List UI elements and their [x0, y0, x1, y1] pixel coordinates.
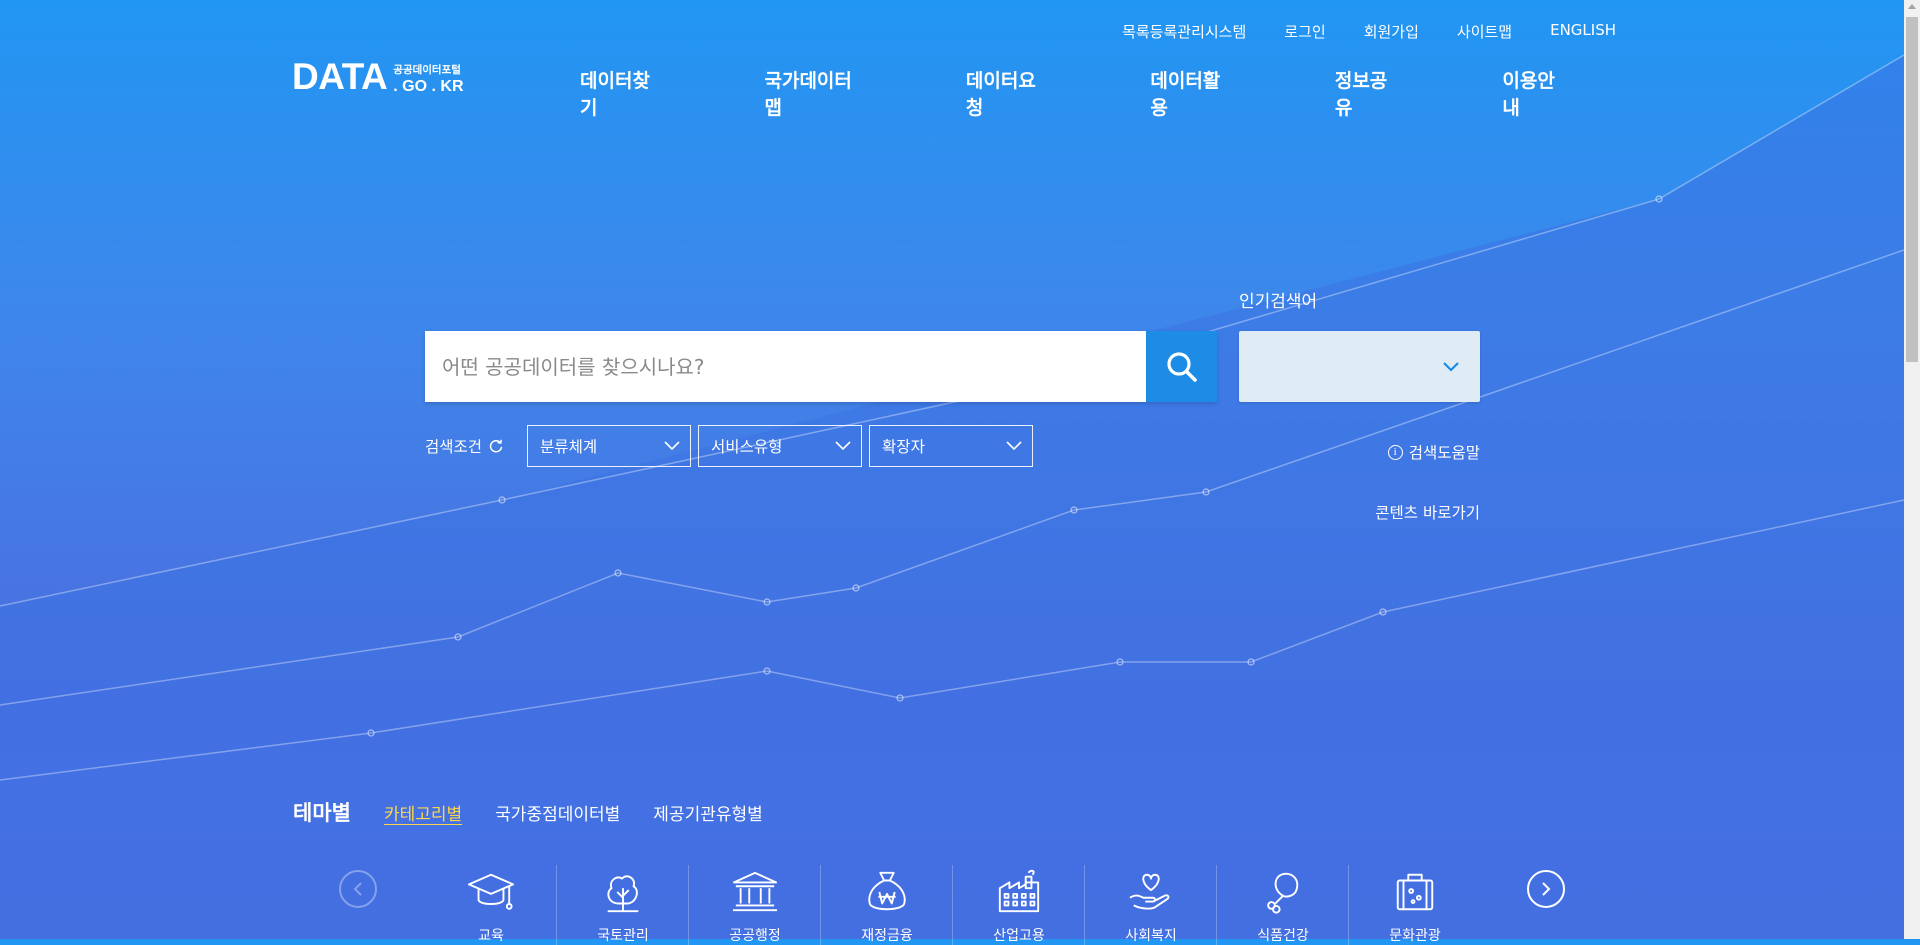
main-nav: 데이터찾기 국가데이터맵 데이터요청 데이터활용 정보공유 이용안내 [530, 66, 1620, 120]
category-education[interactable]: 교육 [425, 865, 557, 945]
utility-nav: 목록등록관리시스템 로그인 회원가입 사이트맵 ENGLISH [1122, 21, 1616, 42]
tab-category[interactable]: 카테고리별 [384, 800, 462, 825]
logo-sub-domain: . GO . KR [393, 78, 464, 95]
site-logo[interactable]: DATA 공공데이터포털 . GO . KR [292, 58, 464, 95]
category-label: 문화관광 [1389, 928, 1441, 944]
reset-icon[interactable] [488, 438, 504, 454]
tab-national-key-data[interactable]: 국가중점데이터별 [495, 800, 620, 825]
carousel-prev-button[interactable] [339, 870, 377, 908]
contents-shortcut-link[interactable]: 콘텐츠 바로가기 [1375, 501, 1480, 523]
graduation-cap-icon [468, 873, 514, 910]
category-label: 교육 [478, 928, 504, 944]
scroll-up-arrow-icon[interactable] [1908, 4, 1916, 9]
background-graph-decoration [0, 54, 1904, 939]
filter-select-service-type[interactable]: 서비스유형 [698, 425, 863, 467]
heart-hand-icon [1129, 873, 1170, 910]
factory-icon [998, 869, 1040, 913]
info-icon: i [1387, 444, 1403, 460]
category-label: 재정금융 [861, 928, 913, 944]
nav-item-data-usage[interactable]: 데이터활용 [1100, 66, 1284, 120]
theme-tabs-title: 테마별 [293, 801, 351, 825]
theme-tabs: 테마별 카테고리별 국가중점데이터별 제공기관유형별 [293, 797, 763, 827]
nav-item-guide[interactable]: 이용안내 [1452, 66, 1620, 120]
filter-select-label: 분류체계 [540, 438, 598, 456]
search-filters: 검색조건 분류체계 서비스유형 확장자 [425, 425, 1040, 467]
popular-keywords-label: 인기검색어 [1239, 292, 1318, 312]
search-help-link[interactable]: i 검색도움말 [1387, 441, 1480, 463]
chevron-right-icon [1542, 882, 1551, 896]
category-finance[interactable]: 재정금융 [821, 865, 953, 945]
suitcase-icon [1396, 873, 1434, 911]
nav-item-info-share[interactable]: 정보공유 [1285, 66, 1453, 120]
filter-label-text: 검색조건 [425, 438, 483, 456]
nav-item-data-request[interactable]: 데이터요청 [916, 66, 1100, 120]
utility-link-login[interactable]: 로그인 [1284, 21, 1325, 42]
category-label: 사회복지 [1125, 928, 1177, 944]
filter-select-label: 확장자 [882, 438, 925, 456]
filter-label: 검색조건 [425, 435, 504, 457]
logo-sub-korean: 공공데이터포털 [393, 63, 461, 76]
filter-select-label: 서비스유형 [711, 438, 783, 456]
nav-item-find-data[interactable]: 데이터찾기 [530, 66, 714, 120]
category-label: 국토관리 [597, 928, 649, 944]
category-food-health[interactable]: 식품건강 [1217, 865, 1349, 945]
category-label: 식품건강 [1257, 928, 1309, 944]
scrollbar-thumb[interactable] [1906, 17, 1918, 362]
utility-link-sitemap[interactable]: 사이트맵 [1457, 21, 1512, 42]
category-culture-tourism[interactable]: 문화관광 [1349, 865, 1481, 945]
tab-provider-type[interactable]: 제공기관유형별 [653, 800, 762, 825]
category-carousel: 교육 국토관리 공공행정 재정금융 산업고용 사회복지 식품건강 문화관광 [0, 865, 1904, 945]
search-button[interactable] [1146, 331, 1217, 402]
utility-link-signup[interactable]: 회원가입 [1364, 21, 1419, 42]
search-help-label: 검색도움말 [1408, 444, 1480, 462]
search-input[interactable] [425, 331, 1146, 402]
tree-icon [607, 875, 639, 913]
category-industry-employment[interactable]: 산업고용 [953, 865, 1085, 945]
chevron-down-icon [835, 441, 851, 451]
chevron-down-icon [664, 441, 680, 451]
nav-item-national-data-map[interactable]: 국가데이터맵 [714, 66, 915, 120]
money-bag-icon [868, 871, 906, 911]
utility-link-catalog-system[interactable]: 목록등록관리시스템 [1122, 21, 1246, 42]
logo-main-text: DATA [292, 56, 388, 97]
carousel-next-button[interactable] [1527, 870, 1565, 908]
search-bar [425, 331, 1217, 402]
chicken-leg-icon [1267, 872, 1299, 914]
category-label: 산업고용 [993, 928, 1045, 944]
chevron-left-icon [353, 882, 362, 896]
logo-sub: 공공데이터포털 . GO . KR [393, 63, 464, 96]
category-social-welfare[interactable]: 사회복지 [1085, 865, 1217, 945]
category-public-administration[interactable]: 공공행정 [689, 865, 821, 945]
category-land-management[interactable]: 국토관리 [557, 865, 689, 945]
government-building-icon [732, 871, 778, 912]
filter-select-extension[interactable]: 확장자 [869, 425, 1034, 467]
search-icon [1166, 351, 1197, 382]
utility-link-english[interactable]: ENGLISH [1550, 21, 1616, 42]
filter-select-classification[interactable]: 분류체계 [527, 425, 692, 467]
page-scrollbar[interactable] [1904, 0, 1920, 939]
category-label: 공공행정 [729, 928, 781, 944]
chevron-down-icon [1006, 441, 1022, 451]
chevron-down-icon [1443, 361, 1459, 372]
popular-keywords-dropdown[interactable] [1239, 331, 1480, 402]
